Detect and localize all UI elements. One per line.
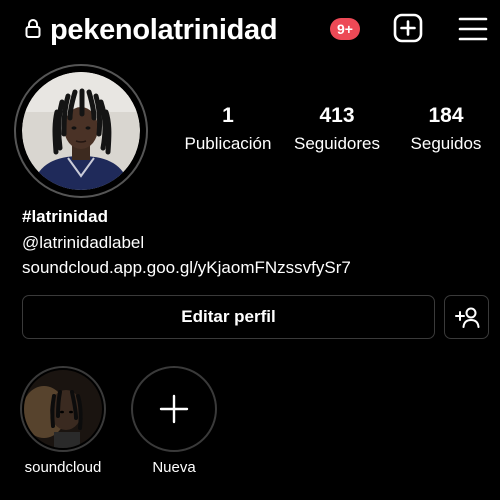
notification-badge[interactable]: 9+ (330, 18, 360, 40)
followers-count: 413 (319, 104, 355, 127)
new-post-icon[interactable] (393, 13, 423, 43)
stat-posts[interactable]: 1 Publicación (173, 104, 283, 156)
following-label: Seguidos (410, 134, 482, 153)
highlight-new[interactable] (131, 366, 217, 452)
discover-people-button[interactable] (444, 295, 489, 339)
add-person-icon (454, 307, 479, 328)
edit-profile-button[interactable]: Editar perfil (22, 295, 435, 339)
highlight-label-new: Nueva (152, 459, 196, 476)
stat-following[interactable]: 184 Seguidos (391, 104, 500, 156)
plus-icon (159, 394, 189, 424)
lock-icon (25, 19, 41, 38)
bio-link[interactable]: soundcloud.app.goo.gl/yKjaomFNzssvfySr7 (22, 258, 351, 278)
stat-followers[interactable]: 413 Seguidores (282, 104, 392, 156)
highlight-label-soundcloud: soundcloud (24, 459, 102, 476)
menu-icon[interactable] (458, 16, 488, 42)
followers-label: Seguidores (293, 134, 380, 153)
bio-handle[interactable]: @latrinidadlabel (22, 233, 144, 253)
posts-count: 1 (222, 104, 234, 127)
bio-name[interactable]: #latrinidad (22, 207, 108, 227)
posts-label: Publicación (184, 134, 272, 153)
highlight-soundcloud[interactable] (20, 366, 106, 452)
profile-username[interactable]: pekenolatrinidad (50, 10, 278, 50)
profile-avatar[interactable] (22, 72, 140, 190)
following-count: 184 (428, 104, 464, 127)
highlight-thumbnail (24, 370, 102, 448)
